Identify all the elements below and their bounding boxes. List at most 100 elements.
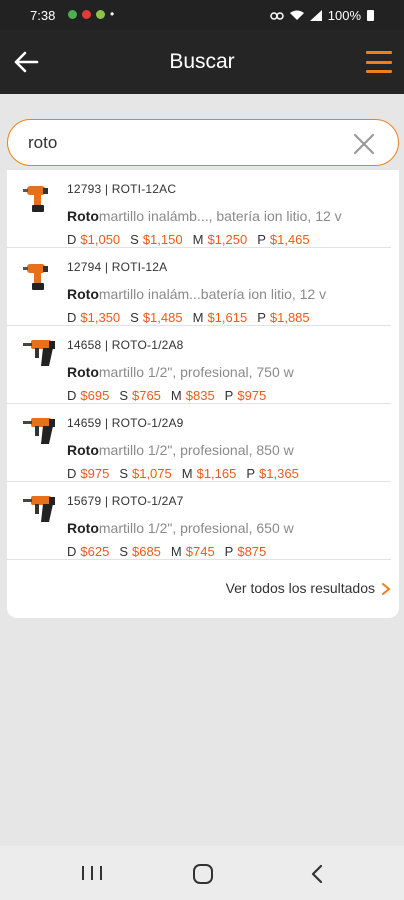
hamburger-icon-line <box>366 51 392 54</box>
search-match-highlight: Roto <box>67 286 99 302</box>
product-description: Rotomartillo 1/2", profesional, 850 w <box>67 442 294 458</box>
price-level-label: P <box>257 310 266 325</box>
price-level-label: D <box>67 388 77 403</box>
price-level-label: S <box>119 544 128 559</box>
price-level-label: S <box>119 388 128 403</box>
price-value: $1,885 <box>269 310 310 325</box>
price-level-label: P <box>224 544 234 559</box>
price-level-label: D <box>67 466 77 481</box>
description-rest: martillo 1/2", profesional, 650 w <box>98 520 294 536</box>
price-level-label: P <box>257 232 266 247</box>
status-right: 100% <box>270 8 374 23</box>
cordless-drill-icon <box>23 258 59 292</box>
notification-icons: • <box>68 7 115 21</box>
price-value: $875 <box>237 544 267 559</box>
hammer-drill-icon <box>23 336 59 370</box>
search-match-highlight: Roto <box>67 364 99 380</box>
close-icon[interactable] <box>352 132 376 156</box>
app-bar: Buscar <box>0 30 404 94</box>
status-bar: 7:38 • 100% <box>0 0 404 30</box>
result-item[interactable]: 15679 | ROTO-1/2A7 Rotomartillo 1/2", pro… <box>7 482 391 560</box>
see-all-results-link[interactable]: Ver todos los resultados <box>7 578 399 602</box>
wifi-icon <box>289 10 304 20</box>
chevron-right-icon <box>382 583 391 595</box>
description-rest: martillo inalámb..., batería ion litio, … <box>98 208 342 224</box>
product-description: Rotomartillo inalám...batería ion litio,… <box>67 286 326 302</box>
chrome-icon <box>82 10 91 19</box>
result-item[interactable]: 12794 | ROTI-12A Rotomartillo inalám...ba… <box>7 248 391 326</box>
product-code: 14658 | ROTO-1/2A8 <box>67 338 184 352</box>
result-item[interactable]: 14658 | ROTO-1/2A8 Rotomartillo 1/2", pro… <box>7 326 391 404</box>
search-match-highlight: Roto <box>67 442 99 458</box>
recents-icon-bar <box>82 866 84 880</box>
link-icon <box>270 11 284 20</box>
recents-icon-bar <box>100 866 102 880</box>
price-level-label: M <box>192 232 204 247</box>
price-list: D $625 S $685 M $745 P $875 <box>67 544 276 559</box>
battery-percent: 100% <box>327 8 361 23</box>
price-level-label: D <box>67 544 77 559</box>
battery-icon <box>367 10 374 21</box>
price-list: D $975 S $1,075 M $1,165 P $1,365 <box>67 466 309 481</box>
home-button[interactable] <box>193 864 213 884</box>
price-value: $1,150 <box>142 232 183 247</box>
recents-icon-bar <box>91 866 93 880</box>
product-code: 14659 | ROTO-1/2A9 <box>67 416 184 430</box>
price-level-label: D <box>67 232 77 247</box>
price-value: $1,165 <box>196 466 237 481</box>
see-all-results-label: Ver todos los resultados <box>225 580 375 596</box>
price-level-label: P <box>224 388 234 403</box>
result-item[interactable]: 14659 | ROTO-1/2A9 Rotomartillo 1/2", pro… <box>7 404 391 482</box>
price-list: D $1,050 S $1,150 M $1,250 P $1,465 <box>67 232 320 247</box>
product-code: 15679 | ROTO-1/2A7 <box>67 494 184 508</box>
price-value: $1,350 <box>80 310 121 325</box>
price-value: $745 <box>185 544 215 559</box>
product-code: 12793 | ROTI-12AC <box>67 182 177 196</box>
status-time: 7:38 <box>30 8 56 23</box>
price-level-label: M <box>170 388 182 403</box>
price-list: D $1,350 S $1,485 M $1,615 P $1,885 <box>67 310 320 325</box>
more-notifications-dot: • <box>110 7 115 21</box>
product-description: Rotomartillo inalámb..., batería ion lit… <box>67 208 342 224</box>
search-match-highlight: Roto <box>67 208 99 224</box>
price-level-label: S <box>130 232 139 247</box>
price-level-label: M <box>192 310 204 325</box>
price-value: $1,465 <box>269 232 310 247</box>
search-input[interactable] <box>28 130 328 156</box>
price-value: $975 <box>237 388 267 403</box>
page-title: Buscar <box>169 50 235 73</box>
price-value: $1,075 <box>131 466 172 481</box>
price-level-label: P <box>246 466 256 481</box>
price-list: D $695 S $765 M $835 P $975 <box>67 388 276 403</box>
price-value: $1,250 <box>207 232 248 247</box>
result-list: 12793 | ROTI-12AC Rotomartillo inalámb...… <box>7 170 399 560</box>
product-description: Rotomartillo 1/2", profesional, 750 w <box>67 364 294 380</box>
price-value: $835 <box>185 388 215 403</box>
price-value: $1,365 <box>259 466 299 481</box>
price-value: $1,485 <box>142 310 183 325</box>
price-level-label: S <box>130 310 139 325</box>
price-value: $625 <box>80 544 110 559</box>
product-code: 12794 | ROTI-12A <box>67 260 168 274</box>
result-item[interactable]: 12793 | ROTI-12AC Rotomartillo inalámb...… <box>7 170 391 248</box>
price-value: $1,615 <box>207 310 248 325</box>
product-description: Rotomartillo 1/2", profesional, 650 w <box>67 520 294 536</box>
price-value: $765 <box>131 388 161 403</box>
price-level-label: D <box>67 310 77 325</box>
hammer-drill-icon <box>23 492 59 526</box>
cordless-drill-icon <box>23 180 59 214</box>
price-value: $685 <box>131 544 161 559</box>
description-rest: martillo 1/2", profesional, 750 w <box>98 364 294 380</box>
search-match-highlight: Roto <box>67 520 99 536</box>
price-level-label: M <box>181 466 193 481</box>
whatsapp-icon <box>68 10 77 19</box>
description-rest: martillo 1/2", profesional, 850 w <box>98 442 294 458</box>
search-results-dropdown: 12793 | ROTI-12AC Rotomartillo inalámb...… <box>7 170 399 618</box>
menu-button[interactable] <box>364 48 394 76</box>
price-level-label: M <box>170 544 182 559</box>
description-rest: martillo inalám...batería ion litio, 12 … <box>98 286 327 302</box>
recents-button[interactable] <box>82 866 102 882</box>
search-box <box>7 119 399 166</box>
price-level-label: S <box>119 466 128 481</box>
nav-back-icon[interactable] <box>308 864 326 884</box>
